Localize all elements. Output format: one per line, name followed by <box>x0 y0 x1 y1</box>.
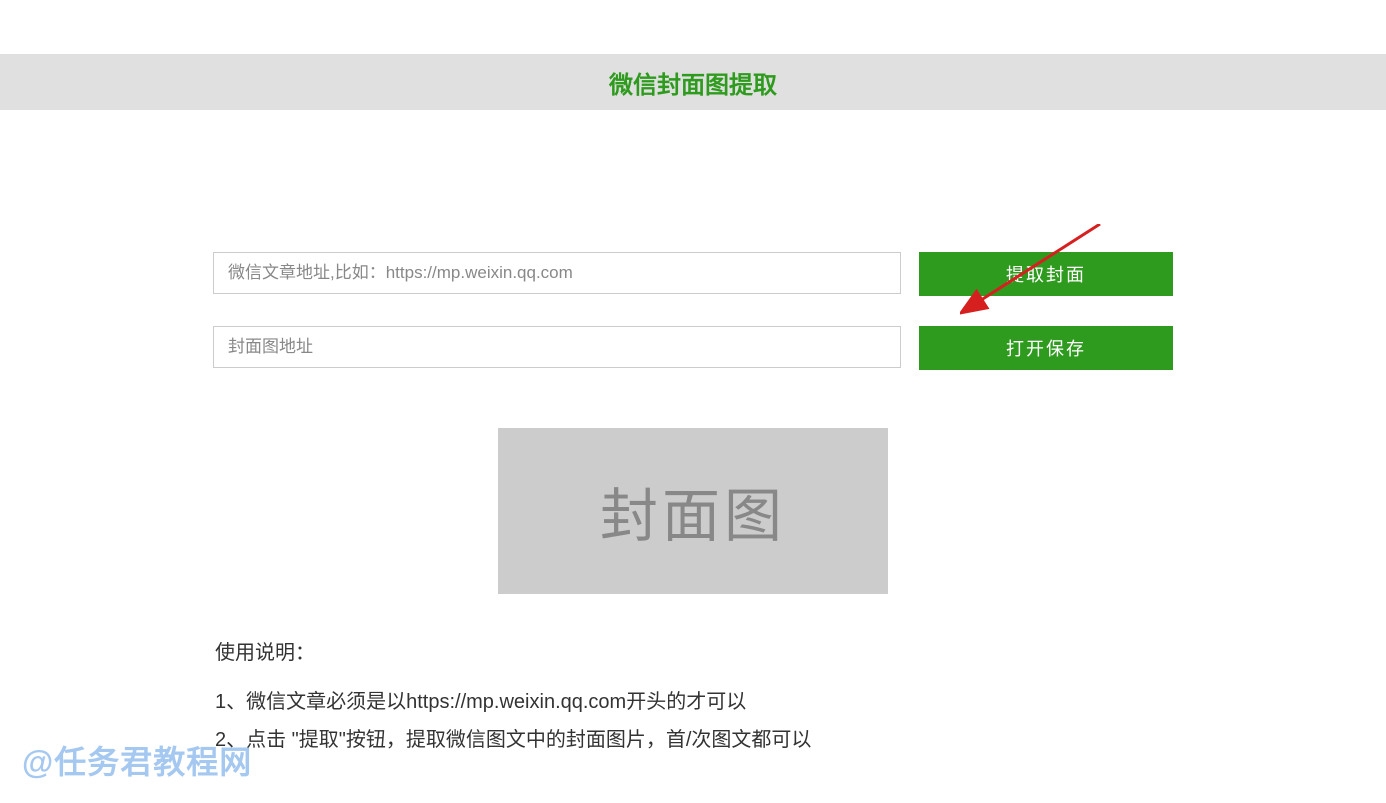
header-bar: 微信封面图提取 <box>0 54 1386 110</box>
article-url-input[interactable] <box>213 252 901 294</box>
watermark: @任务君教程网 <box>22 737 252 783</box>
preview-area: 封面图 <box>213 428 1173 594</box>
page-title: 微信封面图提取 <box>609 65 777 100</box>
open-save-button[interactable]: 打开保存 <box>919 326 1173 370</box>
main-content: 提取封面 打开保存 封面图 使用说明： 1、微信文章必须是以https://mp… <box>213 110 1173 759</box>
instruction-item: 1、微信文章必须是以https://mp.weixin.qq.com开头的才可以 <box>215 683 1173 721</box>
cover-url-row: 打开保存 <box>213 326 1173 370</box>
instructions-title: 使用说明： <box>215 636 1173 665</box>
cover-preview-placeholder: 封面图 <box>498 428 888 594</box>
instruction-item: 2、点击 "提取"按钮，提取微信图文中的封面图片，首/次图文都可以 <box>215 721 1173 759</box>
extract-cover-button[interactable]: 提取封面 <box>919 252 1173 296</box>
article-url-row: 提取封面 <box>213 252 1173 296</box>
instructions-section: 使用说明： 1、微信文章必须是以https://mp.weixin.qq.com… <box>213 636 1173 759</box>
cover-url-input[interactable] <box>213 326 901 368</box>
preview-placeholder-text: 封面图 <box>600 469 786 553</box>
